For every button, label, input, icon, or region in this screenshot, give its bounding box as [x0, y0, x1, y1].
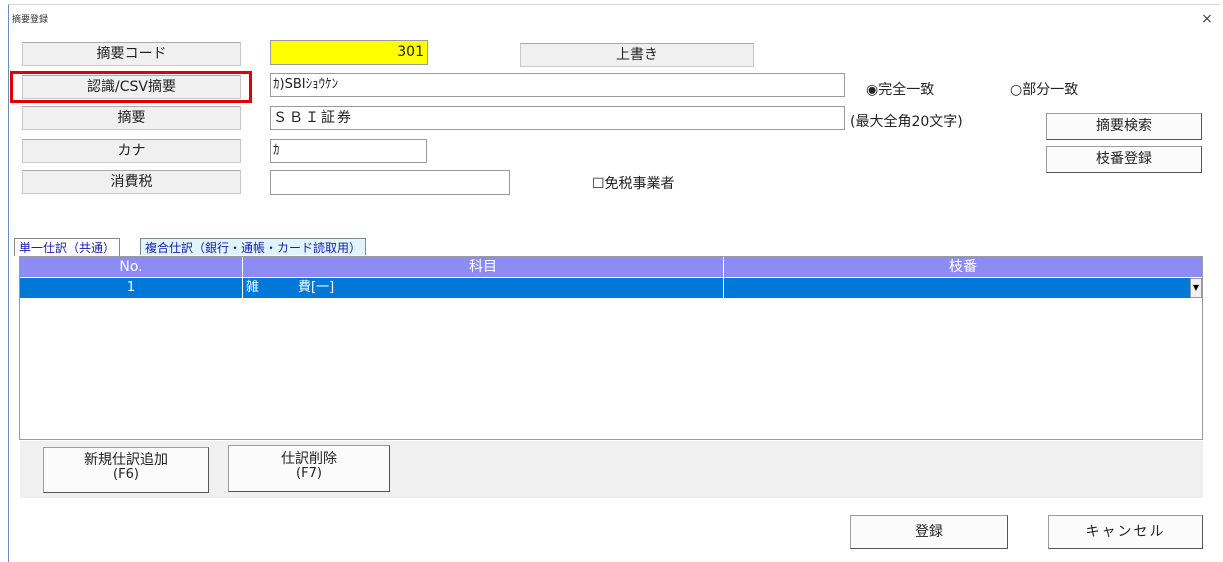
- row-no-cell[interactable]: 1: [20, 278, 242, 298]
- annotation-highlight-box: [10, 71, 252, 103]
- summary-code-label: 摘要コード: [22, 42, 241, 66]
- kana-input[interactable]: ｶ: [270, 139, 427, 163]
- grid-header-branch: 枝番: [949, 259, 977, 275]
- match-exact-radio[interactable]: ◉完全一致: [866, 79, 934, 99]
- tab-single-entry[interactable]: 単一仕訳（共通）: [14, 238, 121, 256]
- add-entry-button[interactable]: 新規仕訳追加 (F6): [43, 447, 209, 493]
- kana-label: カナ: [22, 139, 241, 163]
- summary-length-hint: (最大全角20文字): [850, 114, 963, 130]
- tax-exempt-checkbox[interactable]: ☐免税事業者: [592, 173, 675, 193]
- add-entry-shortcut: (F6): [113, 467, 139, 482]
- cancel-button[interactable]: キャンセル: [1048, 515, 1203, 549]
- csv-summary-input[interactable]: ｶ)SBIｼｮｳｹﾝ: [270, 73, 845, 97]
- delete-entry-label: 仕訳削除: [281, 451, 337, 467]
- chevron-down-icon[interactable]: ▼: [1190, 278, 1202, 298]
- row-branch-cell[interactable]: [726, 278, 1186, 298]
- tax-input[interactable]: [270, 170, 510, 195]
- journal-grid: No. 科目 枝番 1 雑 費[一] ▼: [19, 256, 1203, 440]
- grid-header: No. 科目 枝番: [20, 257, 1202, 277]
- overwrite-indicator: 上書き: [520, 43, 754, 67]
- delete-entry-button[interactable]: 仕訳削除 (F7): [228, 445, 390, 492]
- summary-code-input[interactable]: 301: [270, 40, 428, 65]
- delete-entry-shortcut: (F7): [296, 466, 322, 481]
- register-button[interactable]: 登録: [850, 515, 1008, 549]
- table-row[interactable]: 1 雑 費[一]: [20, 278, 1190, 298]
- grid-header-subject: 科目: [469, 259, 497, 275]
- title-bar: [9, 5, 1220, 33]
- summary-label: 摘要: [22, 106, 241, 130]
- branch-register-button[interactable]: 枝番登録: [1046, 146, 1202, 173]
- tax-label: 消費税: [22, 170, 241, 194]
- tab-compound-entry[interactable]: 複合仕訳（銀行・通帳・カード読取用）: [140, 238, 367, 255]
- grid-header-no: No.: [119, 259, 143, 275]
- add-entry-label: 新規仕訳追加: [84, 452, 168, 468]
- summary-search-button[interactable]: 摘要検索: [1046, 113, 1202, 140]
- match-partial-radio[interactable]: ○部分一致: [1010, 79, 1078, 99]
- summary-input[interactable]: ＳＢＩ証券: [270, 106, 845, 130]
- window-title: 摘要登録: [12, 15, 49, 25]
- close-icon[interactable]: ×: [1198, 10, 1216, 28]
- row-subject-cell[interactable]: 雑 費[一]: [246, 278, 716, 298]
